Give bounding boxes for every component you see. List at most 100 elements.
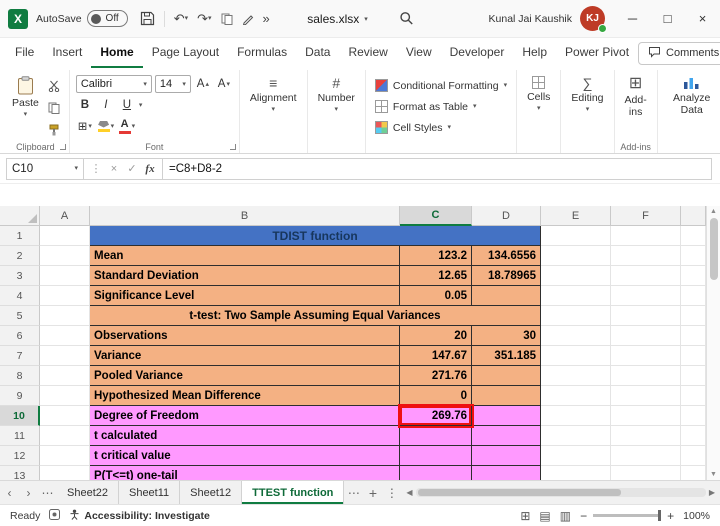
cell-A8[interactable]: [40, 366, 90, 386]
cell-D2[interactable]: 134.6556: [472, 246, 541, 266]
col-header-D[interactable]: D: [472, 206, 541, 226]
name-box[interactable]: C10 ▾: [6, 157, 84, 180]
tab-file[interactable]: File: [6, 38, 43, 68]
col-header-F[interactable]: F: [611, 206, 681, 226]
copy-icon[interactable]: [217, 7, 237, 31]
scroll-left-icon[interactable]: ◀: [406, 488, 412, 497]
cell-F2[interactable]: [611, 246, 681, 266]
font-color-icon[interactable]: A ▾: [118, 117, 136, 135]
row-header-10[interactable]: 10: [0, 406, 40, 426]
cell-D3[interactable]: 18.78965: [472, 266, 541, 286]
cell-A4[interactable]: [40, 286, 90, 306]
cell-A1[interactable]: [40, 226, 90, 246]
cells-button[interactable]: Cells ▾: [523, 72, 554, 112]
cell-D4[interactable]: [472, 286, 541, 306]
cell-F3[interactable]: [611, 266, 681, 286]
maximize-button[interactable]: □: [650, 0, 685, 38]
scroll-down-icon[interactable]: ▼: [710, 471, 717, 478]
cell-D10[interactable]: [472, 406, 541, 426]
cell-C7[interactable]: 147.67: [400, 346, 472, 366]
tab-home[interactable]: Home: [91, 38, 143, 68]
cell-B6[interactable]: Observations: [90, 326, 400, 346]
row-header-6[interactable]: 6: [0, 326, 40, 346]
cell-E10[interactable]: [541, 406, 611, 426]
row-header-7[interactable]: 7: [0, 346, 40, 366]
cell-A11[interactable]: [40, 426, 90, 446]
addins-button[interactable]: ⊞ Add-ins: [621, 72, 651, 119]
redo-button[interactable]: ↷ ▾: [193, 7, 215, 31]
bold-button[interactable]: B: [76, 96, 94, 114]
vertical-scroll-thumb[interactable]: [709, 218, 718, 280]
autosave-toggle[interactable]: Off: [86, 10, 128, 27]
cell-A6[interactable]: [40, 326, 90, 346]
cell-E5[interactable]: [541, 306, 611, 326]
row-header-1[interactable]: 1: [0, 226, 40, 246]
underline-button[interactable]: U: [118, 96, 136, 114]
cell-E2[interactable]: [541, 246, 611, 266]
cell-D6[interactable]: 30: [472, 326, 541, 346]
cell-C6[interactable]: 20: [400, 326, 472, 346]
vertical-scrollbar[interactable]: ▲ ▼: [706, 206, 720, 480]
col-header-C[interactable]: C: [400, 206, 472, 226]
font-name-select[interactable]: Calibri ▾: [75, 75, 152, 93]
editing-button[interactable]: ∑ Editing ▾: [567, 72, 607, 113]
autosave-control[interactable]: AutoSave Off: [36, 10, 128, 27]
accessibility-status[interactable]: Accessibility: Investigate: [69, 509, 210, 523]
page-break-view-icon[interactable]: ▥: [560, 509, 571, 523]
user-name[interactable]: Kunal Jai Kaushik: [489, 13, 572, 25]
row-header-11[interactable]: 11: [0, 426, 40, 446]
cell-E6[interactable]: [541, 326, 611, 346]
zoom-level[interactable]: 100%: [683, 510, 710, 522]
undo-button[interactable]: ↶ ▾: [170, 7, 192, 31]
analyze-data-button[interactable]: Analyze Data: [664, 72, 720, 116]
more-sheets-icon[interactable]: ⋯: [38, 481, 57, 504]
dialog-launcher-icon[interactable]: [229, 144, 236, 150]
cell-F5[interactable]: [611, 306, 681, 326]
cell-B8[interactable]: Pooled Variance: [90, 366, 400, 386]
cell-F11[interactable]: [611, 426, 681, 446]
row-header-12[interactable]: 12: [0, 446, 40, 466]
cell-D7[interactable]: 351.185: [472, 346, 541, 366]
cell-E12[interactable]: [541, 446, 611, 466]
cell-B3[interactable]: Standard Deviation: [90, 266, 400, 286]
alignment-button[interactable]: ≡ Alignment ▾: [246, 72, 301, 113]
draw-pen-icon[interactable]: [238, 7, 258, 31]
copy-icon[interactable]: [45, 99, 63, 117]
row-header-8[interactable]: 8: [0, 366, 40, 386]
cell-E9[interactable]: [541, 386, 611, 406]
cell-B13[interactable]: P(T<=t) one-tail: [90, 466, 400, 480]
tab-data[interactable]: Data: [296, 38, 339, 68]
cell-A2[interactable]: [40, 246, 90, 266]
cell-F10[interactable]: [611, 406, 681, 426]
cell-E13[interactable]: [541, 466, 611, 480]
number-button[interactable]: # Number ▾: [314, 72, 359, 113]
tab-view[interactable]: View: [397, 38, 441, 68]
minimize-button[interactable]: ─: [615, 0, 650, 38]
cell-B10[interactable]: Degree of Freedom: [90, 406, 400, 426]
cell-F1[interactable]: [611, 226, 681, 246]
dialog-launcher-icon[interactable]: [59, 144, 66, 150]
cell-F6[interactable]: [611, 326, 681, 346]
cell-E8[interactable]: [541, 366, 611, 386]
cell-D9[interactable]: [472, 386, 541, 406]
format-as-table-button[interactable]: Format as Table ▾: [372, 97, 510, 116]
tab-options-icon[interactable]: ⋮: [382, 481, 401, 504]
new-sheet-button[interactable]: +: [363, 481, 382, 504]
sheet-tab-sheet11[interactable]: Sheet11: [119, 481, 181, 504]
cell-B1-merged[interactable]: TDIST function: [90, 226, 541, 246]
zoom-out-icon[interactable]: −: [580, 509, 587, 523]
row-header-2[interactable]: 2: [0, 246, 40, 266]
row-header-4[interactable]: 4: [0, 286, 40, 306]
sheet-tab-sheet12[interactable]: Sheet12: [180, 481, 243, 504]
cell-C13[interactable]: [400, 466, 472, 480]
formula-input[interactable]: =C8+D8-2: [163, 157, 712, 180]
active-cell-C10[interactable]: 269.76: [400, 406, 472, 426]
sheet-tab-ttest-function[interactable]: TTEST function: [242, 481, 345, 504]
format-painter-icon[interactable]: [45, 121, 63, 139]
cell-E11[interactable]: [541, 426, 611, 446]
horizontal-scroll-track[interactable]: [415, 488, 706, 497]
tab-review[interactable]: Review: [339, 38, 396, 68]
kebab-icon[interactable]: ⋮: [88, 162, 104, 175]
fill-color-icon[interactable]: ▾: [97, 117, 115, 135]
horizontal-scroll-thumb[interactable]: [417, 489, 621, 496]
